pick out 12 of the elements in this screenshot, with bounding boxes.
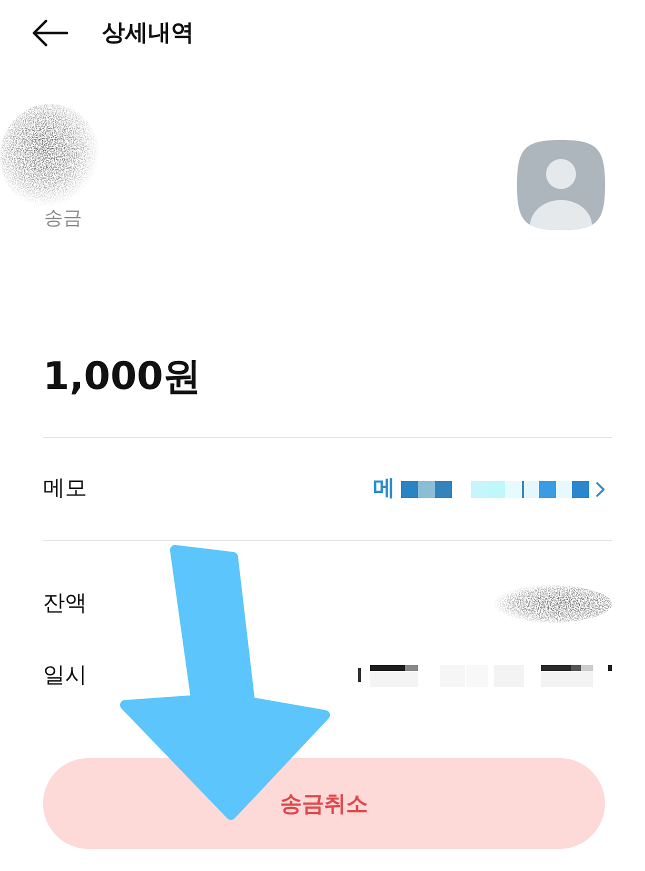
amount-text: 1,000원	[43, 353, 202, 400]
person-avatar-icon	[517, 140, 605, 230]
cancel-transfer-button[interactable]: 송금취소	[43, 758, 605, 849]
page-title: 상세내역	[102, 19, 194, 48]
chevron-right-icon	[596, 482, 605, 496]
detail-label: 일시	[43, 662, 87, 690]
transaction-type-label: 송금	[44, 206, 83, 230]
back-button[interactable]	[32, 18, 68, 48]
back-arrow-icon	[32, 19, 68, 47]
detail-label: 메모	[43, 475, 87, 503]
memo-value-link[interactable]: 메	[373, 475, 395, 503]
detail-label: 잔액	[43, 590, 87, 618]
